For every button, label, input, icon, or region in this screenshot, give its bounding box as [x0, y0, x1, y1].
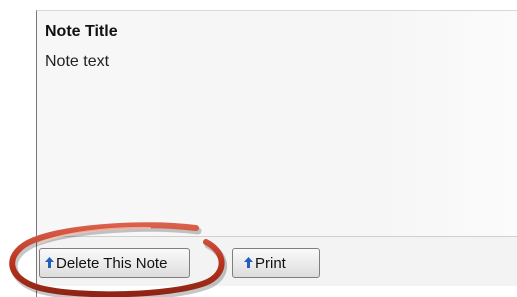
note-panel: Note Title Note text — [36, 10, 517, 236]
print-button[interactable]: Print — [232, 248, 320, 278]
up-arrow-icon — [244, 256, 253, 268]
print-label: Print — [255, 254, 286, 272]
up-arrow-icon — [45, 256, 54, 268]
note-title: Note Title — [45, 23, 118, 40]
delete-note-label: Delete This Note — [56, 254, 168, 272]
note-body: Note text — [45, 53, 110, 70]
delete-note-button[interactable]: Delete This Note — [39, 248, 190, 278]
note-viewer: Note Title Note text Delete This Note Pr… — [0, 0, 517, 297]
toolbar-bottom-edge — [36, 286, 517, 297]
